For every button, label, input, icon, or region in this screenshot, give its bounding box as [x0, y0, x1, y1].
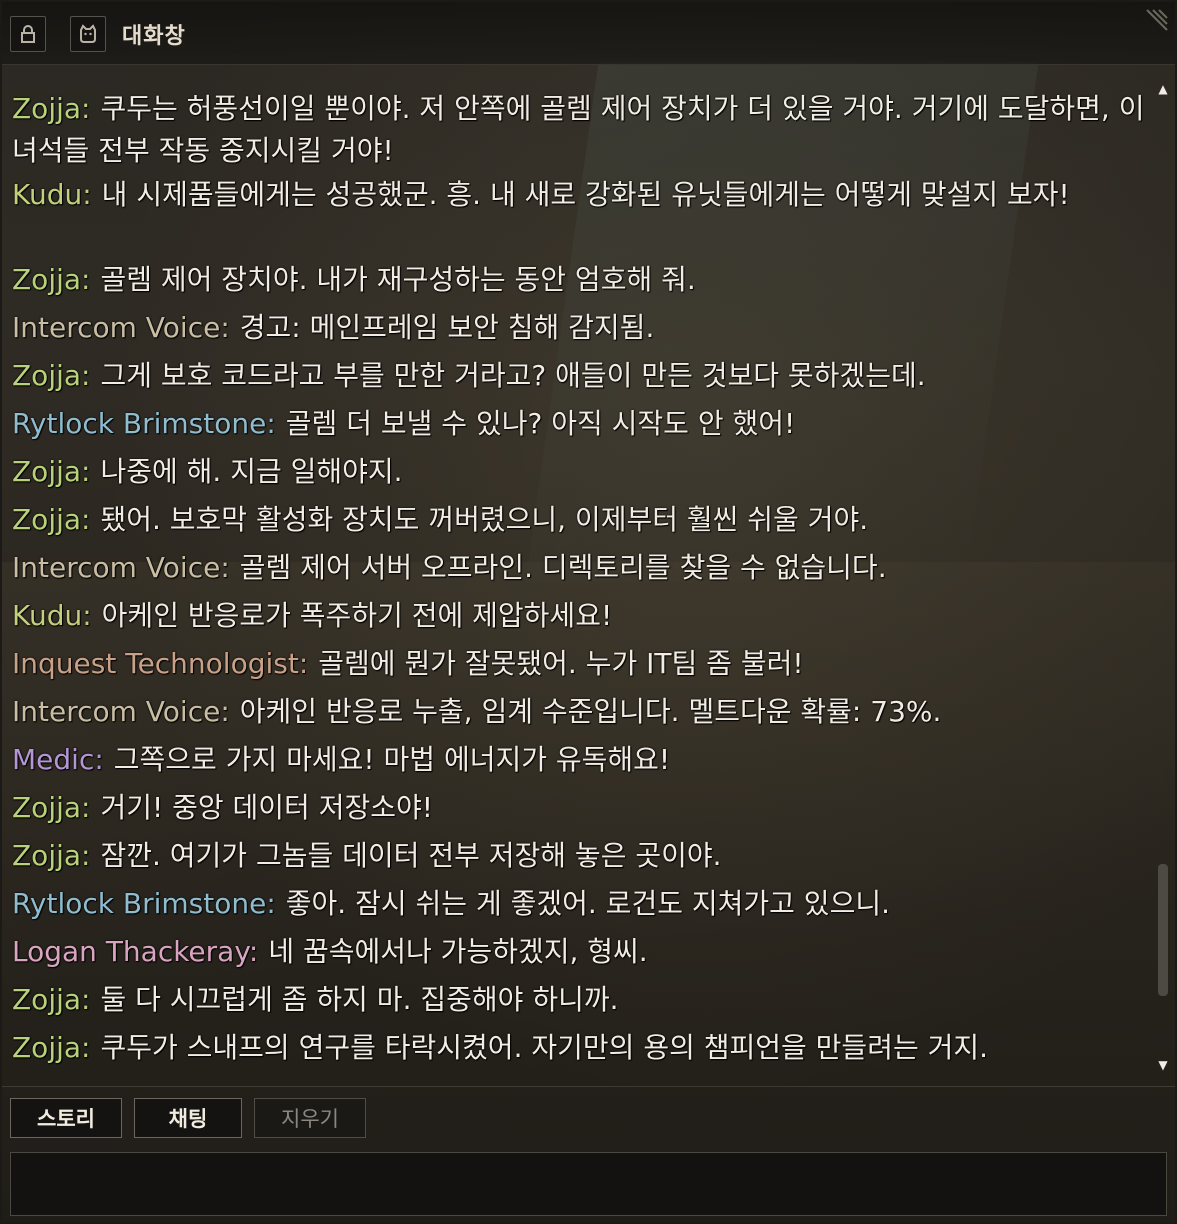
chat-message: Zojja: 됐어. 보호막 활성화 장치도 꺼버렸으니, 이제부터 훨씬 쉬울 … [12, 500, 1152, 540]
chat-speaker[interactable]: Zojja: [12, 359, 90, 392]
chat-text: 쿠두는 허풍선이일 뿐이야. 저 안쪽에 골렘 제어 장치가 더 있을 거야. … [12, 92, 1145, 167]
scroll-up-icon[interactable]: ▲ [1156, 82, 1170, 96]
chat-text: 내 시제품들에게는 성공했군. 흥. 내 새로 강화된 유닛들에게는 어떻게 맞… [101, 178, 1070, 211]
chat-text: 둘 다 시끄럽게 좀 하지 마. 집중해야 하니까. [100, 983, 619, 1016]
chat-speaker[interactable]: Zojja: [12, 92, 90, 125]
chat-text: 골렘 더 보낼 수 있나? 아직 시작도 안 했어! [285, 407, 796, 440]
chat-speaker[interactable]: Zojja: [12, 1031, 90, 1064]
chat-speaker[interactable]: Intercom Voice: [12, 551, 230, 584]
chat-speaker[interactable]: Rytlock Brimstone: [12, 407, 276, 440]
chat-message: Intercom Voice: 아케인 반응로 누출, 임계 수준입니다. 멜트다… [12, 692, 1152, 732]
chat-message: Zojja: 쿠두는 허풍선이일 뿐이야. 저 안쪽에 골렘 제어 장치가 더 있… [12, 88, 1147, 172]
chat-speaker[interactable]: Kudu: [12, 599, 92, 632]
chat-message: Inquest Technologist: 골렘에 뭔가 잘못됐어. 누가 IT팀… [12, 644, 1152, 684]
lock-icon [21, 25, 35, 43]
chat-window: 대화창 Zojja: 쿠두는 허풍선이일 뿐이야. 저 안쪽에 골렘 제어 장치가… [0, 0, 1177, 1224]
window-title: 대화창 [122, 24, 186, 49]
chat-text: 아케인 반응로 누출, 임계 수준입니다. 멜트다운 확률: 73%. [239, 695, 942, 728]
chat-message: Zojja: 둘 다 시끄럽게 좀 하지 마. 집중해야 하니까. [12, 980, 1152, 1020]
cat-icon [80, 24, 96, 43]
scroll-thumb[interactable] [1158, 864, 1168, 996]
chat-message: Medic: 그쪽으로 가지 마세요! 마법 에너지가 유독해요! [12, 740, 1152, 780]
tab-story[interactable]: 스토리 [10, 1098, 122, 1138]
chat-input[interactable] [10, 1152, 1167, 1216]
resize-grip-icon[interactable] [1143, 8, 1169, 34]
chat-text: 나중에 해. 지금 일해야지. [100, 455, 403, 488]
chat-text: 골렘 제어 서버 오프라인. 디렉토리를 찾을 수 없습니다. [239, 551, 887, 584]
chat-text: 골렘에 뭔가 잘못됐어. 누가 IT팀 좀 불러! [318, 647, 804, 680]
scroll-down-icon[interactable]: ▼ [1156, 1058, 1170, 1072]
chat-text: 쿠두가 스내프의 연구를 타락시켰어. 자기만의 용의 챔피언을 만들려는 거지… [100, 1031, 989, 1064]
chat-speaker[interactable]: Intercom Voice: [12, 311, 230, 344]
chat-message: Kudu: 아케인 반응로가 폭주하기 전에 제압하세요! [12, 596, 1152, 636]
chat-text: 경고: 메인프레임 보안 침해 감지됨. [239, 311, 655, 344]
chat-speaker[interactable]: Zojja: [12, 263, 90, 296]
chat-log[interactable]: Zojja: 쿠두는 허풍선이일 뿐이야. 저 안쪽에 골렘 제어 장치가 더 있… [2, 82, 1152, 1082]
chat-message: Rytlock Brimstone: 골렘 더 보낼 수 있나? 아직 시작도 안… [12, 404, 1152, 444]
chat-text: 그게 보호 코드라고 부를 만한 거라고? 애들이 만든 것보다 못하겠는데. [100, 359, 926, 392]
chat-text: 그쪽으로 가지 마세요! 마법 에너지가 유독해요! [113, 743, 671, 776]
title-bar: 대화창 [2, 2, 1175, 65]
chat-message: Logan Thackeray: 네 꿈속에서나 가능하겠지, 형씨. [12, 932, 1152, 972]
chat-message: Zojja: 잠깐. 여기가 그놈들 데이터 전부 저장해 놓은 곳이야. [12, 836, 1152, 876]
chat-text: 됐어. 보호막 활성화 장치도 꺼버렸으니, 이제부터 훨씬 쉬울 거야. [100, 503, 869, 536]
chat-message: Zojja: 골렘 제어 장치야. 내가 재구성하는 동안 엄호해 줘. [12, 260, 1152, 300]
chat-speaker[interactable]: Logan Thackeray: [12, 935, 258, 968]
chat-message: Zojja: 나중에 해. 지금 일해야지. [12, 452, 1152, 492]
chat-text: 거기! 중앙 데이터 저장소야! [100, 791, 433, 824]
chat-speaker[interactable]: Rytlock Brimstone: [12, 887, 276, 920]
tab-clear[interactable]: 지우기 [254, 1098, 366, 1138]
chat-speaker[interactable]: Zojja: [12, 839, 90, 872]
chat-text: 네 꿈속에서나 가능하겠지, 형씨. [268, 935, 648, 968]
divider [2, 1086, 1175, 1087]
chat-text: 골렘 제어 장치야. 내가 재구성하는 동안 엄호해 줘. [100, 263, 696, 296]
chat-message: Kudu: 내 시제품들에게는 성공했군. 흥. 내 새로 강화된 유닛들에게는 … [12, 174, 1147, 216]
chat-speaker[interactable]: Medic: [12, 743, 104, 776]
chat-text: 잠깐. 여기가 그놈들 데이터 전부 저장해 놓은 곳이야. [100, 839, 722, 872]
chat-message: Zojja: 그게 보호 코드라고 부를 만한 거라고? 애들이 만든 것보다 못… [12, 356, 1152, 396]
chat-message: Rytlock Brimstone: 좋아. 잠시 쉬는 게 좋겠어. 로건도 지… [12, 884, 1152, 924]
chat-speaker[interactable]: Kudu: [12, 178, 92, 211]
lock-button[interactable] [10, 16, 46, 52]
chat-speaker[interactable]: Zojja: [12, 455, 90, 488]
cat-button[interactable] [70, 16, 106, 52]
chat-message: Intercom Voice: 골렘 제어 서버 오프라인. 디렉토리를 찾을 수… [12, 548, 1152, 588]
chat-speaker[interactable]: Zojja: [12, 983, 90, 1016]
chat-message: Zojja: 쿠두가 스내프의 연구를 타락시켰어. 자기만의 용의 챔피언을 만… [12, 1028, 1152, 1068]
chat-text: 아케인 반응로가 폭주하기 전에 제압하세요! [101, 599, 613, 632]
chat-text: 좋아. 잠시 쉬는 게 좋겠어. 로건도 지쳐가고 있으니. [285, 887, 890, 920]
chat-speaker[interactable]: Inquest Technologist: [12, 647, 308, 680]
chat-scrollbar[interactable]: ▲ ▼ [1154, 78, 1172, 1076]
chat-message: Intercom Voice: 경고: 메인프레임 보안 침해 감지됨. [12, 308, 1152, 348]
chat-speaker[interactable]: Zojja: [12, 503, 90, 536]
chat-message: Zojja: 거기! 중앙 데이터 저장소야! [12, 788, 1152, 828]
chat-speaker[interactable]: Intercom Voice: [12, 695, 230, 728]
chat-speaker[interactable]: Zojja: [12, 791, 90, 824]
tab-chat[interactable]: 채팅 [134, 1098, 242, 1138]
